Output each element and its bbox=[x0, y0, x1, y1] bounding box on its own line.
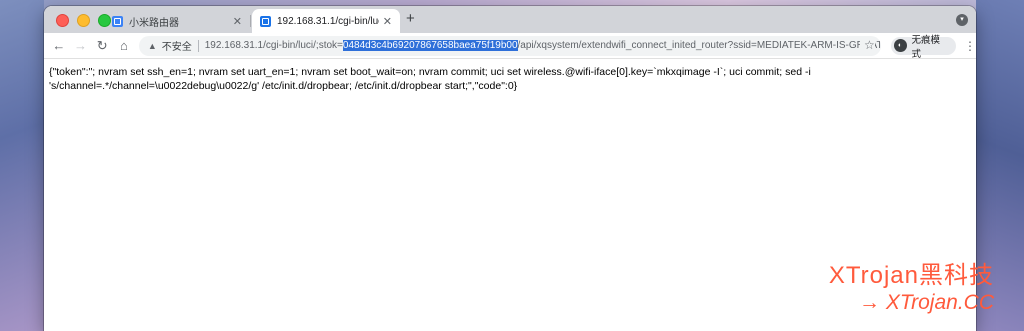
close-tab-icon[interactable]: ✕ bbox=[383, 15, 392, 28]
wifi-favicon-icon bbox=[260, 15, 271, 27]
warning-triangle-icon[interactable]: ▲ bbox=[148, 41, 157, 51]
response-text-line-1: {"token":"; nvram set ssh_en=1; nvram se… bbox=[49, 66, 811, 78]
incognito-label: 无痕模式 bbox=[911, 34, 941, 60]
browser-toolbar: ← → ↻ ⌂ ▲ 不安全 192.168.31.1/cgi-bin/luci/… bbox=[44, 33, 976, 60]
tab-title: 小米路由器 bbox=[129, 17, 179, 29]
url-text[interactable]: 192.168.31.1/cgi-bin/luci/;stok=0484d3c4… bbox=[205, 40, 881, 51]
tab-search-icon[interactable]: ▾ bbox=[956, 14, 968, 26]
close-window-button[interactable] bbox=[56, 14, 69, 27]
page-content: {"token":"; nvram set ssh_en=1; nvram se… bbox=[44, 59, 976, 93]
tab-title: 192.168.31.1/cgi-bin/luci/;stok bbox=[277, 15, 379, 27]
minimize-window-button[interactable] bbox=[77, 14, 90, 27]
response-text-line-2: 's/channel=.*/channel=\u0022debug\u0022/… bbox=[49, 80, 518, 92]
tab-luci-page[interactable]: 192.168.31.1/cgi-bin/luci/;stok ✕ bbox=[252, 9, 400, 33]
close-tab-icon[interactable]: ✕ bbox=[233, 15, 242, 28]
home-button[interactable]: ⌂ bbox=[113, 38, 135, 53]
back-button[interactable]: ← bbox=[48, 38, 70, 53]
forward-button[interactable]: → bbox=[70, 38, 92, 53]
bookmark-star-icon[interactable]: ☆ bbox=[859, 37, 875, 52]
incognito-icon: ◐ bbox=[893, 39, 907, 52]
security-status-label[interactable]: 不安全 bbox=[162, 38, 192, 53]
url-selected-token: 0484d3c4b69207867658baea75f19b00 bbox=[342, 40, 518, 51]
address-bar[interactable]: ▲ 不安全 192.168.31.1/cgi-bin/luci/;stok=04… bbox=[138, 35, 881, 56]
url-suffix: /api/xqsystem/extendwifi_connect_inited_… bbox=[517, 40, 881, 51]
router-favicon-icon bbox=[112, 15, 123, 27]
watermark-title: XTrojan黑科技 bbox=[828, 262, 994, 289]
tab-strip: 小米路由器 ✕ 192.168.31.1/cgi-bin/luci/;stok … bbox=[44, 6, 976, 33]
incognito-indicator[interactable]: ◐ 无痕模式 bbox=[890, 35, 956, 60]
browser-menu-icon[interactable]: ⋮ bbox=[964, 39, 976, 53]
address-divider bbox=[197, 39, 199, 52]
url-prefix: 192.168.31.1/cgi-bin/luci/;stok= bbox=[204, 40, 343, 51]
watermark-subtitle: → XTrojan.CC bbox=[859, 291, 994, 314]
tab-xiaomi-router[interactable]: 小米路由器 ✕ bbox=[104, 9, 250, 33]
reload-button[interactable]: ↻ bbox=[91, 38, 113, 54]
tab-divider bbox=[250, 15, 251, 27]
desktop-background-left bbox=[0, 0, 44, 331]
window-controls bbox=[56, 14, 111, 27]
new-tab-button[interactable]: + bbox=[406, 10, 415, 27]
watermark: XTrojan黑科技 → XTrojan.CC bbox=[829, 262, 994, 316]
